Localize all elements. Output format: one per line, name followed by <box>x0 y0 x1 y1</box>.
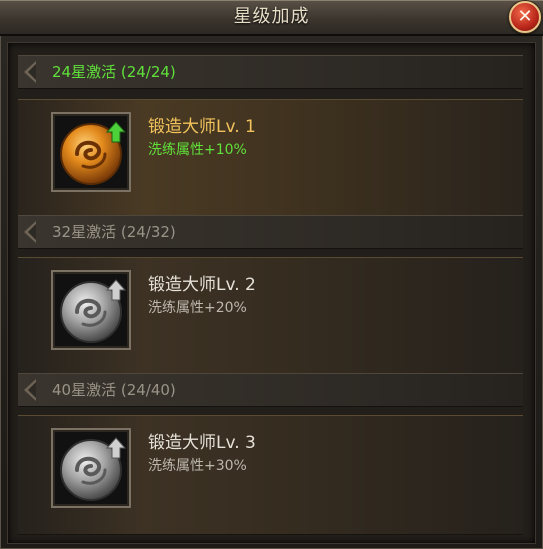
tier-header-label: 40星激活 (24/40) <box>52 381 176 399</box>
tier-header-24: 24星激活 (24/24) <box>18 55 523 89</box>
skill-name: 锻造大师Lv. 1 <box>148 117 256 137</box>
skill-effect: 洗练属性+30% <box>148 458 247 474</box>
skill-slot[interactable] <box>51 270 131 350</box>
tier-header-40: 40星激活 (24/40) <box>18 373 523 407</box>
chevron-left-icon <box>24 221 36 243</box>
close-button[interactable]: ✕ <box>509 1 541 33</box>
tier-header-label: 32星激活 (24/32) <box>52 223 176 241</box>
skill-name: 锻造大师Lv. 3 <box>148 433 256 453</box>
skill-effect: 洗练属性+20% <box>148 300 247 316</box>
tier-list: 24星激活 (24/24) 锻造大师Lv. 1 洗练属性+10% 32星激活 (… <box>7 42 536 544</box>
skill-slot[interactable] <box>51 428 131 508</box>
skill-slot[interactable] <box>51 112 131 192</box>
close-icon: ✕ <box>517 6 533 27</box>
tier-header-32: 32星激活 (24/32) <box>18 215 523 249</box>
tier-header-label: 24星激活 (24/24) <box>52 63 176 81</box>
chevron-left-icon <box>24 61 36 83</box>
title-bar: 星级加成 ✕ <box>0 0 543 36</box>
tier-entry-3[interactable]: 锻造大师Lv. 3 洗练属性+30% <box>18 415 523 535</box>
chevron-left-icon <box>24 379 36 401</box>
tier-entry-2[interactable]: 锻造大师Lv. 2 洗练属性+20% <box>18 257 523 377</box>
forge-master-gray-icon <box>60 437 127 501</box>
dialog-title: 星级加成 <box>233 6 310 27</box>
skill-effect: 洗练属性+10% <box>148 142 247 158</box>
tier-entry-1[interactable]: 锻造大师Lv. 1 洗练属性+10% <box>18 99 523 219</box>
skill-name: 锻造大师Lv. 2 <box>148 275 256 295</box>
forge-master-gold-icon <box>60 121 127 185</box>
forge-master-gray-icon <box>60 279 127 343</box>
